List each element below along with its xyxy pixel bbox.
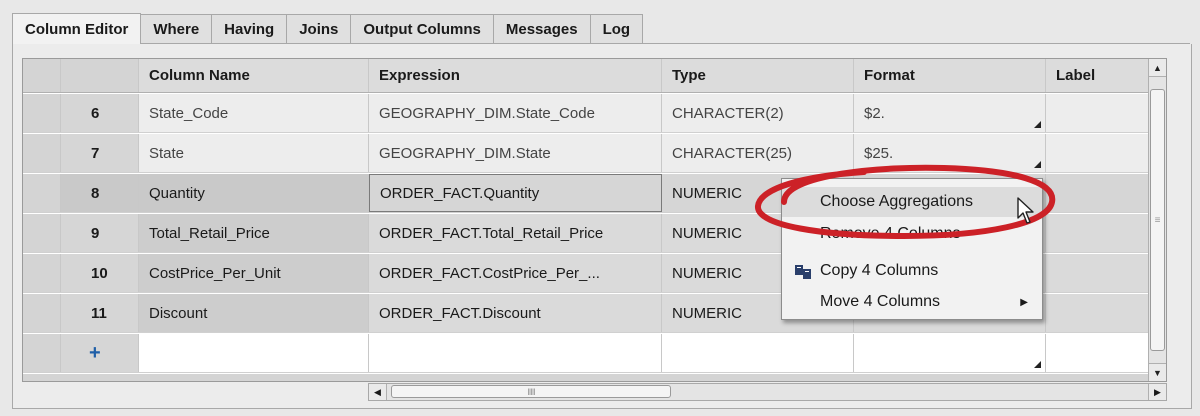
menu-item-label: Choose Aggregations — [820, 193, 973, 210]
cell-expression[interactable] — [369, 334, 662, 372]
header-expression[interactable]: Expression — [369, 59, 662, 92]
row-number: 6 — [61, 94, 139, 132]
tab-where[interactable]: Where — [140, 14, 213, 44]
cell-format[interactable] — [854, 334, 1046, 372]
scroll-right-icon[interactable]: ▶ — [1148, 384, 1166, 400]
cell-expression[interactable]: GEOGRAPHY_DIM.State — [369, 134, 662, 172]
cell-format[interactable]: $25. — [854, 134, 1046, 172]
row-number: 9 — [61, 214, 139, 252]
header-type[interactable]: Type — [662, 59, 854, 92]
dropdown-corner-icon[interactable] — [1034, 161, 1041, 168]
vertical-scroll-thumb[interactable]: ≡ — [1150, 89, 1165, 351]
cell-expression[interactable]: ORDER_FACT.Quantity — [369, 174, 662, 212]
cell-column-name[interactable]: State — [139, 134, 369, 172]
cell-expression[interactable]: GEOGRAPHY_DIM.State_Code — [369, 94, 662, 132]
menu-item-label: Remove 4 Columns — [820, 225, 961, 242]
table-row[interactable]: 6 State_Code GEOGRAPHY_DIM.State_Code CH… — [23, 94, 1166, 133]
grid-header-row: Column Name Expression Type Format Label — [23, 59, 1166, 93]
cell-type[interactable] — [662, 334, 854, 372]
row-selector[interactable] — [23, 94, 61, 132]
grid-footer-strip — [23, 374, 1166, 381]
cell-column-name[interactable]: CostPrice_Per_Unit — [139, 254, 369, 292]
scroll-left-icon[interactable]: ◀ — [369, 384, 387, 400]
cell-column-name[interactable] — [139, 334, 369, 372]
dropdown-corner-icon[interactable] — [1034, 121, 1041, 128]
submenu-arrow-icon: ▶ — [1020, 296, 1028, 308]
copy-icon — [795, 265, 811, 279]
cell-column-name[interactable]: Discount — [139, 294, 369, 332]
header-format[interactable]: Format — [854, 59, 1046, 92]
row-selector[interactable] — [23, 134, 61, 172]
table-row[interactable]: 7 State GEOGRAPHY_DIM.State CHARACTER(25… — [23, 134, 1166, 173]
cell-column-name[interactable]: State_Code — [139, 94, 369, 132]
tab-bar: Column Editor Where Having Joins Output … — [12, 13, 644, 44]
tab-messages[interactable]: Messages — [492, 14, 591, 44]
grip-icon: ≡ — [1154, 214, 1161, 226]
tab-column-editor[interactable]: Column Editor — [12, 13, 142, 44]
cell-column-name[interactable]: Quantity — [139, 174, 369, 212]
grip-icon: IIIII — [527, 386, 535, 397]
format-value: $2. — [864, 104, 885, 122]
row-selector[interactable] — [23, 174, 61, 212]
tab-output-columns[interactable]: Output Columns — [350, 14, 494, 44]
row-number: 7 — [61, 134, 139, 172]
context-menu: Choose Aggregations Remove 4 Columns Cop… — [781, 178, 1043, 320]
add-row-plus-icon[interactable]: + — [61, 334, 139, 372]
row-selector[interactable] — [23, 334, 61, 372]
row-selector[interactable] — [23, 254, 61, 292]
menu-item-choose-aggregations[interactable]: Choose Aggregations — [782, 187, 1042, 217]
vertical-scrollbar[interactable]: ▲ ≡ ▼ — [1148, 59, 1166, 381]
cell-type[interactable]: CHARACTER(25) — [662, 134, 854, 172]
header-column-name[interactable]: Column Name — [139, 59, 369, 92]
horizontal-scrollbar[interactable]: ◀ IIIII ▶ — [368, 383, 1167, 401]
cell-type[interactable]: CHARACTER(2) — [662, 94, 854, 132]
horizontal-scroll-thumb[interactable]: IIIII — [391, 385, 671, 398]
cell-format[interactable]: $2. — [854, 94, 1046, 132]
cell-expression[interactable]: ORDER_FACT.Discount — [369, 294, 662, 332]
cell-column-name[interactable]: Total_Retail_Price — [139, 214, 369, 252]
menu-item-move-columns[interactable]: Move 4 Columns ▶ — [782, 287, 1042, 317]
header-corner — [23, 59, 61, 92]
row-number: 8 — [61, 174, 139, 212]
format-value: $25. — [864, 144, 894, 162]
row-selector[interactable] — [23, 294, 61, 332]
row-number: 11 — [61, 294, 139, 332]
tab-joins[interactable]: Joins — [286, 14, 352, 44]
menu-item-remove-columns[interactable]: Remove 4 Columns — [782, 219, 1042, 249]
scroll-up-icon[interactable]: ▲ — [1149, 59, 1166, 77]
header-number — [61, 59, 139, 92]
menu-item-label: Copy 4 Columns — [820, 262, 939, 279]
tab-having[interactable]: Having — [211, 14, 288, 44]
menu-item-copy-columns[interactable]: Copy 4 Columns — [782, 256, 1042, 286]
tab-log[interactable]: Log — [589, 14, 644, 44]
cell-expression[interactable]: ORDER_FACT.Total_Retail_Price — [369, 214, 662, 252]
cell-expression[interactable]: ORDER_FACT.CostPrice_Per_... — [369, 254, 662, 292]
menu-item-label: Move 4 Columns — [820, 293, 941, 310]
add-row[interactable]: + — [23, 334, 1166, 373]
scroll-down-icon[interactable]: ▼ — [1149, 363, 1166, 381]
row-selector[interactable] — [23, 214, 61, 252]
dropdown-corner-icon[interactable] — [1034, 361, 1041, 368]
row-number: 10 — [61, 254, 139, 292]
